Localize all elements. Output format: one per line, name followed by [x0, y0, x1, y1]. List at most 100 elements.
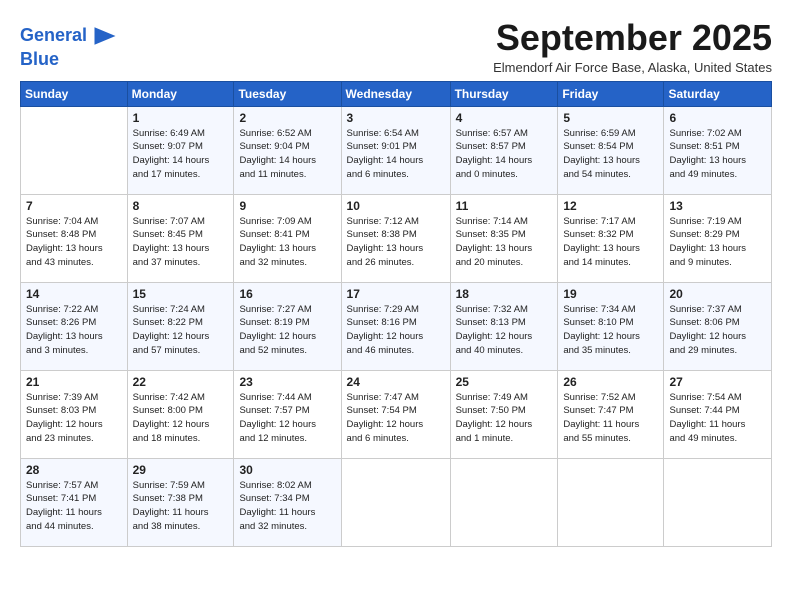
day-info: Sunrise: 6:59 AMSunset: 8:54 PMDaylight:… [563, 127, 658, 182]
calendar-cell [558, 458, 664, 546]
logo-blue-text: Blue [20, 50, 119, 70]
day-number: 21 [26, 375, 122, 389]
day-number: 17 [347, 287, 445, 301]
calendar-cell: 28 Sunrise: 7:57 AMSunset: 7:41 PMDayligh… [21, 458, 128, 546]
day-number: 22 [133, 375, 229, 389]
calendar-cell: 21 Sunrise: 7:39 AMSunset: 8:03 PMDayligh… [21, 370, 128, 458]
calendar-cell: 19 Sunrise: 7:34 AMSunset: 8:10 PMDayligh… [558, 282, 664, 370]
calendar-cell: 8 Sunrise: 7:07 AMSunset: 8:45 PMDaylight… [127, 194, 234, 282]
day-number: 20 [669, 287, 766, 301]
day-number: 15 [133, 287, 229, 301]
day-number: 29 [133, 463, 229, 477]
calendar-cell [341, 458, 450, 546]
calendar-cell: 29 Sunrise: 7:59 AMSunset: 7:38 PMDayligh… [127, 458, 234, 546]
calendar-cell: 24 Sunrise: 7:47 AMSunset: 7:54 PMDayligh… [341, 370, 450, 458]
day-info: Sunrise: 7:07 AMSunset: 8:45 PMDaylight:… [133, 215, 229, 270]
calendar-cell: 30 Sunrise: 8:02 AMSunset: 7:34 PMDayligh… [234, 458, 341, 546]
day-number: 13 [669, 199, 766, 213]
day-info: Sunrise: 7:24 AMSunset: 8:22 PMDaylight:… [133, 303, 229, 358]
day-number: 14 [26, 287, 122, 301]
weekday-header-thursday: Thursday [450, 81, 558, 106]
day-number: 7 [26, 199, 122, 213]
day-number: 2 [239, 111, 335, 125]
day-number: 28 [26, 463, 122, 477]
calendar-cell: 15 Sunrise: 7:24 AMSunset: 8:22 PMDayligh… [127, 282, 234, 370]
weekday-header-wednesday: Wednesday [341, 81, 450, 106]
day-number: 16 [239, 287, 335, 301]
day-info: Sunrise: 7:17 AMSunset: 8:32 PMDaylight:… [563, 215, 658, 270]
weekday-header-friday: Friday [558, 81, 664, 106]
calendar-cell: 22 Sunrise: 7:42 AMSunset: 8:00 PMDayligh… [127, 370, 234, 458]
calendar-cell: 4 Sunrise: 6:57 AMSunset: 8:57 PMDaylight… [450, 106, 558, 194]
day-info: Sunrise: 6:52 AMSunset: 9:04 PMDaylight:… [239, 127, 335, 182]
calendar-cell: 2 Sunrise: 6:52 AMSunset: 9:04 PMDaylight… [234, 106, 341, 194]
calendar-cell [450, 458, 558, 546]
day-number: 5 [563, 111, 658, 125]
logo-text: General [20, 26, 87, 46]
calendar-cell: 7Sunrise: 7:04 AMSunset: 8:48 PMDaylight… [21, 194, 128, 282]
day-info: Sunrise: 7:34 AMSunset: 8:10 PMDaylight:… [563, 303, 658, 358]
calendar-cell: 1 Sunrise: 6:49 AMSunset: 9:07 PMDaylight… [127, 106, 234, 194]
day-number: 9 [239, 199, 335, 213]
day-number: 8 [133, 199, 229, 213]
calendar-cell: 20 Sunrise: 7:37 AMSunset: 8:06 PMDayligh… [664, 282, 772, 370]
day-info: Sunrise: 7:47 AMSunset: 7:54 PMDaylight:… [347, 391, 445, 446]
calendar-table: SundayMondayTuesdayWednesdayThursdayFrid… [20, 81, 772, 547]
day-info: Sunrise: 6:57 AMSunset: 8:57 PMDaylight:… [456, 127, 553, 182]
day-info: Sunrise: 7:39 AMSunset: 8:03 PMDaylight:… [26, 391, 122, 446]
calendar-cell: 23 Sunrise: 7:44 AMSunset: 7:57 PMDayligh… [234, 370, 341, 458]
calendar-cell: 3Sunrise: 6:54 AMSunset: 9:01 PMDaylight… [341, 106, 450, 194]
calendar-cell: 27 Sunrise: 7:54 AMSunset: 7:44 PMDayligh… [664, 370, 772, 458]
day-info: Sunrise: 7:32 AMSunset: 8:13 PMDaylight:… [456, 303, 553, 358]
day-info: Sunrise: 7:09 AMSunset: 8:41 PMDaylight:… [239, 215, 335, 270]
day-number: 11 [456, 199, 553, 213]
calendar-cell: 12 Sunrise: 7:17 AMSunset: 8:32 PMDayligh… [558, 194, 664, 282]
day-number: 23 [239, 375, 335, 389]
day-number: 1 [133, 111, 229, 125]
day-info: Sunrise: 7:44 AMSunset: 7:57 PMDaylight:… [239, 391, 335, 446]
weekday-header-tuesday: Tuesday [234, 81, 341, 106]
day-info: Sunrise: 7:59 AMSunset: 7:38 PMDaylight:… [133, 479, 229, 534]
day-number: 6 [669, 111, 766, 125]
day-info: Sunrise: 7:22 AMSunset: 8:26 PMDaylight:… [26, 303, 122, 358]
calendar-cell: 25 Sunrise: 7:49 AMSunset: 7:50 PMDayligh… [450, 370, 558, 458]
calendar-cell: 14 Sunrise: 7:22 AMSunset: 8:26 PMDayligh… [21, 282, 128, 370]
calendar-cell: 9 Sunrise: 7:09 AMSunset: 8:41 PMDaylight… [234, 194, 341, 282]
day-number: 30 [239, 463, 335, 477]
calendar-cell: 5 Sunrise: 6:59 AMSunset: 8:54 PMDaylight… [558, 106, 664, 194]
calendar-cell: 11 Sunrise: 7:14 AMSunset: 8:35 PMDayligh… [450, 194, 558, 282]
title-block: September 2025 Elmendorf Air Force Base,… [493, 18, 772, 75]
day-info: Sunrise: 7:14 AMSunset: 8:35 PMDaylight:… [456, 215, 553, 270]
day-info: Sunrise: 6:49 AMSunset: 9:07 PMDaylight:… [133, 127, 229, 182]
day-number: 25 [456, 375, 553, 389]
logo: General Blue [20, 22, 119, 70]
day-info: Sunrise: 7:19 AMSunset: 8:29 PMDaylight:… [669, 215, 766, 270]
day-number: 27 [669, 375, 766, 389]
day-number: 26 [563, 375, 658, 389]
location: Elmendorf Air Force Base, Alaska, United… [493, 60, 772, 75]
calendar-cell: 17 Sunrise: 7:29 AMSunset: 8:16 PMDayligh… [341, 282, 450, 370]
day-info: Sunrise: 7:57 AMSunset: 7:41 PMDaylight:… [26, 479, 122, 534]
weekday-header-monday: Monday [127, 81, 234, 106]
day-info: Sunrise: 7:27 AMSunset: 8:19 PMDaylight:… [239, 303, 335, 358]
day-number: 10 [347, 199, 445, 213]
calendar-cell: 18 Sunrise: 7:32 AMSunset: 8:13 PMDayligh… [450, 282, 558, 370]
day-number: 4 [456, 111, 553, 125]
day-info: Sunrise: 7:42 AMSunset: 8:00 PMDaylight:… [133, 391, 229, 446]
day-info: Sunrise: 7:54 AMSunset: 7:44 PMDaylight:… [669, 391, 766, 446]
day-info: Sunrise: 7:29 AMSunset: 8:16 PMDaylight:… [347, 303, 445, 358]
weekday-header-sunday: Sunday [21, 81, 128, 106]
day-number: 18 [456, 287, 553, 301]
day-info: Sunrise: 7:02 AMSunset: 8:51 PMDaylight:… [669, 127, 766, 182]
day-number: 12 [563, 199, 658, 213]
day-number: 24 [347, 375, 445, 389]
day-number: 19 [563, 287, 658, 301]
calendar-cell: 6 Sunrise: 7:02 AMSunset: 8:51 PMDaylight… [664, 106, 772, 194]
day-info: Sunrise: 7:37 AMSunset: 8:06 PMDaylight:… [669, 303, 766, 358]
day-info: Sunrise: 7:12 AMSunset: 8:38 PMDaylight:… [347, 215, 445, 270]
calendar-cell: 13 Sunrise: 7:19 AMSunset: 8:29 PMDayligh… [664, 194, 772, 282]
weekday-header-saturday: Saturday [664, 81, 772, 106]
calendar-cell [21, 106, 128, 194]
day-info: Sunrise: 8:02 AMSunset: 7:34 PMDaylight:… [239, 479, 335, 534]
day-info: Sunrise: 7:49 AMSunset: 7:50 PMDaylight:… [456, 391, 553, 446]
